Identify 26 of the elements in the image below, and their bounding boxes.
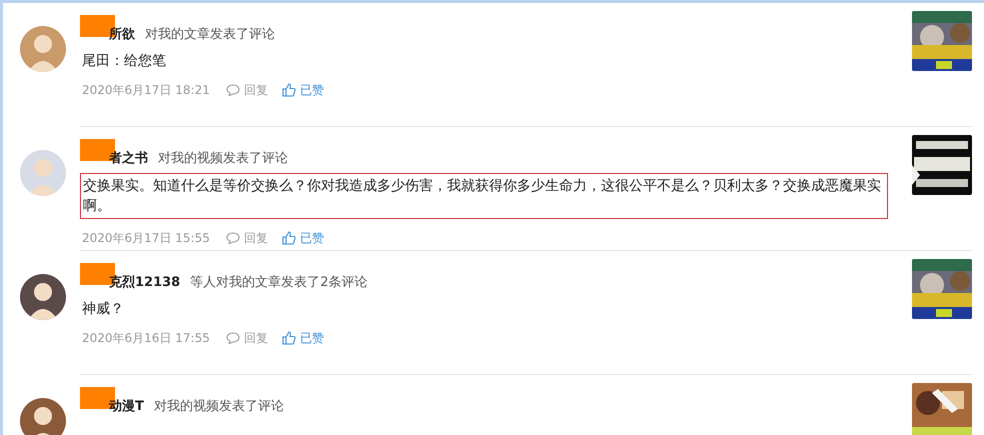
comment-icon — [226, 332, 240, 344]
comment-icon — [226, 84, 240, 96]
like-button[interactable]: 已赞 — [282, 228, 324, 246]
reply-button[interactable]: 回复 — [226, 228, 268, 246]
notification-action: 对我的视频发表了评论 — [154, 398, 284, 416]
like-button[interactable]: 已赞 — [282, 80, 324, 98]
thumbs-up-icon — [282, 330, 296, 344]
reply-button[interactable]: 回复 — [226, 328, 268, 346]
like-button[interactable]: 已赞 — [282, 328, 324, 346]
notification-action: 等人对我的文章发表了2条评论 — [190, 274, 368, 292]
avatar[interactable] — [20, 274, 66, 320]
user-name[interactable]: 者之书 — [109, 149, 148, 168]
comment-icon — [226, 232, 240, 244]
user-name[interactable]: 克烈12138 — [109, 273, 180, 292]
thumbs-up-icon — [282, 82, 296, 96]
comment-time: 2020年6月17日 18:21 — [82, 82, 210, 98]
comment-time: 2020年6月16日 17:55 — [82, 330, 210, 346]
avatar[interactable] — [20, 398, 66, 435]
notification-action: 对我的文章发表了评论 — [145, 26, 275, 44]
thumbs-up-icon — [282, 230, 296, 244]
user-name[interactable]: 动漫T — [109, 397, 144, 417]
comment-text: 交换果实。知道什么是等价交换么？你对我造成多少伤害，我就获得你多少生命力，这很公平不是么？贝利太多？交换成恶魔果实啊。 — [80, 172, 888, 218]
reply-button[interactable]: 回复 — [226, 80, 268, 98]
user-name[interactable]: 所欲 — [109, 25, 135, 44]
notification-action: 对我的视频发表了评论 — [158, 150, 288, 168]
comment-time: 2020年6月17日 15:55 — [82, 230, 210, 246]
